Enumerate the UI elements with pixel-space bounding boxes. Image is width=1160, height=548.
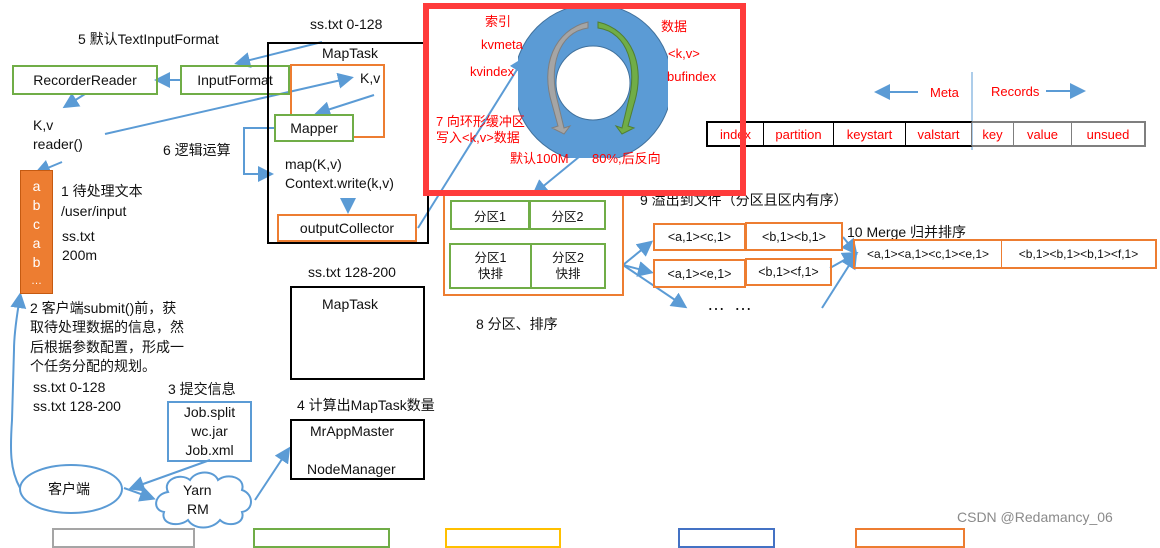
spill1-part2: <b,1><b,1>: [745, 222, 843, 251]
step1-label: 1 待处理文本: [61, 183, 143, 199]
spill2-part2: <b,1><f,1>: [745, 258, 832, 286]
merged-file-box: <a,1><a,1><c,1><e,1> <b,1><b,1><b,1><f,1…: [853, 239, 1157, 269]
spill1-part1-label: <a,1><c,1>: [667, 230, 732, 244]
bottom-box-orange: [855, 528, 965, 548]
client-label: 客户端: [48, 481, 90, 497]
cell-keystart: keystart: [834, 121, 906, 147]
stack-char: c: [33, 216, 40, 232]
step2-line: 个任务分配的规划。: [30, 358, 156, 374]
recorder-reader-label: RecorderReader: [33, 72, 137, 88]
maptask2-split-label: ss.txt 128-200: [308, 264, 396, 280]
input-format-label: InputFormat: [197, 71, 273, 88]
mapper-label: Mapper: [290, 120, 338, 136]
output-collector-box: outputCollector: [277, 214, 417, 242]
bottom-box-yellow: [445, 528, 561, 548]
partition1-box: 分区1: [450, 200, 530, 230]
step2-line: 2 客户端submit()前，获: [30, 300, 177, 316]
spill1-part1: <a,1><c,1>: [653, 223, 746, 251]
job-files-box: Job.split wc.jar Job.xml: [167, 401, 252, 462]
yarn-cloud-icon: [155, 471, 252, 529]
records-label: Records: [991, 84, 1040, 99]
stack-char: a: [32, 178, 41, 194]
cell-partition: partition: [764, 121, 834, 147]
output-collector-label: outputCollector: [299, 220, 395, 236]
bottom-box-green: [253, 528, 390, 548]
cell-key: key: [972, 121, 1014, 147]
split2-label: ss.txt 128-200: [33, 398, 121, 414]
arrow-part-to-spill1: [622, 240, 654, 266]
kvbuffer-layout-table: index partition keystart valstart key va…: [706, 121, 1146, 149]
partition1-sort-box: 分区1 快排: [449, 243, 532, 289]
stack-char: b: [32, 197, 41, 213]
spill1-part2-label: <b,1><b,1>: [762, 229, 826, 244]
split1-label: ss.txt 0-128: [33, 379, 106, 395]
spill2-part2-label: <b,1><f,1>: [758, 265, 819, 279]
maptask2-title: MapTask: [322, 296, 379, 312]
more-spills-ellipsis: … …: [707, 294, 755, 314]
step1-size: 200m: [62, 247, 98, 263]
kv-label: K,v: [33, 117, 54, 133]
reader-call-label: reader(): [33, 136, 83, 152]
partition2-sort-label: 分区2: [552, 251, 584, 265]
merged-part2: <b,1><b,1><b,1><f,1>: [1018, 247, 1139, 261]
context-write-label: Context.write(k,v): [285, 175, 394, 191]
partition2-box: 分区2: [529, 200, 606, 230]
job-split-file: Job.split: [183, 404, 236, 420]
job-xml-file: Job.xml: [185, 442, 234, 458]
meta-label: Meta: [930, 85, 959, 100]
step5-label: 5 默认TextInputFormat: [78, 31, 219, 47]
cell-valstart: valstart: [906, 121, 972, 147]
partition2-sort-box: 分区2 快排: [530, 243, 606, 289]
quicksort-label: 快排: [477, 267, 503, 281]
step2-line: 后根据参数配置，形成一: [30, 339, 184, 355]
node-manager-label: NodeManager: [307, 461, 396, 477]
cell-unused: unsued: [1072, 121, 1146, 147]
stack-char: a: [32, 235, 41, 251]
bottom-box-gray: [52, 528, 195, 548]
maptask1-split-label: ss.txt 0-128: [310, 16, 383, 32]
recorder-reader-box: RecorderReader: [12, 65, 158, 95]
step8-label: 8 分区、排序: [476, 316, 558, 332]
step3-label: 3 提交信息: [168, 381, 236, 397]
step4-label: 4 计算出MapTask数量: [297, 397, 435, 413]
arrow-client-to-stack: [9, 292, 27, 489]
spill2-part1: <a,1><e,1>: [653, 259, 746, 288]
rm-label: RM: [187, 501, 209, 517]
quicksort-label: 快排: [555, 267, 581, 281]
step1-path: /user/input: [61, 203, 127, 219]
spill2-part1-label: <a,1><e,1>: [667, 266, 732, 281]
input-text-stack: a b c a b …: [20, 170, 53, 294]
mr-app-master-label: MrAppMaster: [310, 423, 395, 439]
stack-char: b: [32, 254, 41, 270]
step6-label: 6 逻辑运算: [163, 142, 231, 158]
mapper-box: Mapper: [274, 114, 354, 142]
watermark: CSDN @Redamancy_06: [957, 509, 1113, 525]
partition1-label: 分区1: [474, 209, 506, 224]
stack-char: …: [31, 275, 42, 287]
yarn-label: Yarn: [183, 482, 212, 498]
cell-value: value: [1014, 121, 1072, 147]
map-call-label: map(K,v): [285, 156, 342, 172]
arrow-client-to-yarn: [123, 486, 156, 502]
partition2-label: 分区2: [551, 209, 584, 224]
wc-jar-file: wc.jar: [191, 423, 228, 439]
partition1-sort-label: 分区1: [474, 251, 507, 265]
merged-part1: <a,1><a,1><c,1><e,1>: [855, 241, 1002, 267]
step2-line: 取待处理数据的信息，然: [30, 319, 184, 335]
arrow-reader-to-kv: [62, 92, 86, 109]
step1-file: ss.txt: [62, 228, 95, 244]
ring-buffer-highlight-frame: [423, 3, 746, 196]
maptask1-title: MapTask: [322, 45, 379, 61]
bottom-box-blue: [678, 528, 775, 548]
kv-box-label: K,v: [360, 70, 381, 86]
